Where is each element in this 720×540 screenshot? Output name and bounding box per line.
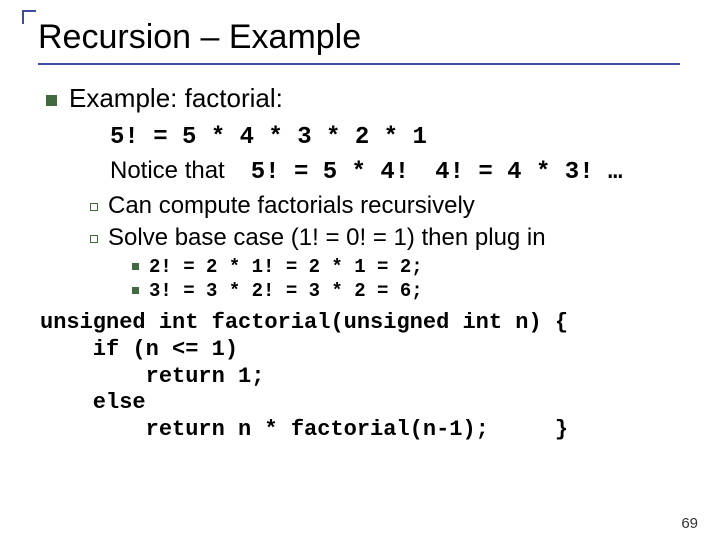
step-1-text: 2! = 2 * 1! = 2 * 1 = 2;	[149, 256, 423, 278]
square-bullet-icon	[46, 95, 57, 106]
tiny-square-icon	[132, 287, 139, 294]
notice-label: Notice that	[110, 157, 225, 184]
tiny-square-icon	[132, 263, 139, 270]
subpoint-recursive: Can compute factorials recursively	[90, 192, 680, 220]
subpoint-recursive-text: Can compute factorials recursively	[108, 192, 475, 219]
notice-line: Notice that 5! = 5 * 4! 4! = 4 * 3! …	[110, 157, 680, 186]
subpoint-basecase: Solve base case (1! = 0! = 1) then plug …	[90, 224, 680, 252]
step-line-2: 3! = 3 * 2! = 3 * 2 = 6;	[132, 280, 680, 302]
example-heading-text: Example: factorial:	[69, 83, 283, 113]
code-block: unsigned int factorial(unsigned int n) {…	[40, 310, 680, 444]
notice-eq-2: 4! = 4 * 3! …	[435, 159, 622, 186]
step-line-1: 2! = 2 * 1! = 2 * 1 = 2;	[132, 256, 680, 278]
example-heading: Example: factorial:	[46, 83, 680, 114]
factorial-expansion: 5! = 5 * 4 * 3 * 2 * 1	[110, 124, 680, 151]
slide-title: Recursion – Example	[38, 18, 680, 65]
decorative-corner	[22, 10, 36, 24]
page-number: 69	[681, 515, 698, 532]
step-2-text: 3! = 3 * 2! = 3 * 2 = 6;	[149, 280, 423, 302]
hollow-square-icon	[90, 203, 98, 211]
hollow-square-icon	[90, 235, 98, 243]
subpoint-basecase-text: Solve base case (1! = 0! = 1) then plug …	[108, 224, 546, 251]
notice-eq-1: 5! = 5 * 4!	[251, 159, 409, 186]
